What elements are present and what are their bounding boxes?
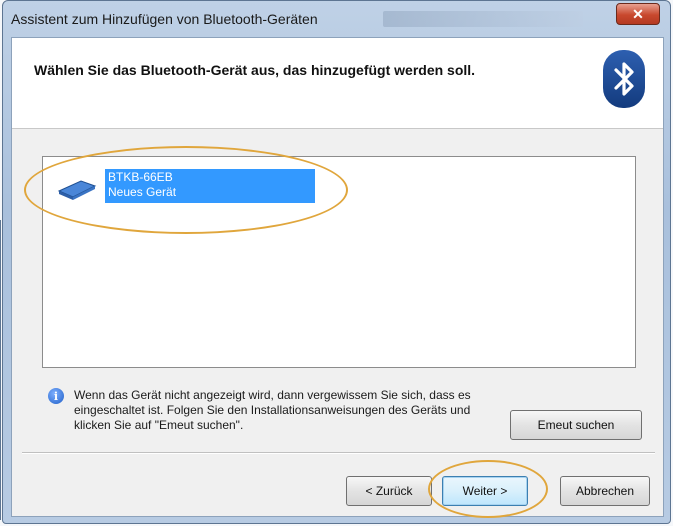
page-title: Wählen Sie das Bluetooth-Gerät aus, das … bbox=[34, 62, 476, 78]
device-type: Neues Gerät bbox=[108, 185, 177, 199]
search-again-button[interactable]: Emeut suchen bbox=[510, 410, 642, 440]
bluetooth-icon bbox=[603, 50, 645, 108]
cancel-button[interactable]: Abbrechen bbox=[560, 476, 650, 506]
wizard-window: Assistent zum Hinzufügen von Bluetooth-G… bbox=[2, 0, 671, 524]
device-selection[interactable]: BTKB-66EB Neues Gerät bbox=[105, 169, 315, 203]
next-button[interactable]: Weiter > bbox=[442, 476, 528, 506]
window-title: Assistent zum Hinzufügen von Bluetooth-G… bbox=[11, 11, 318, 27]
device-item[interactable]: BTKB-66EB Neues Gerät bbox=[57, 167, 317, 207]
title-bar-blur bbox=[383, 11, 583, 27]
info-text: Wenn das Gerät nicht angezeigt wird, dan… bbox=[74, 388, 471, 432]
device-list[interactable]: BTKB-66EB Neues Gerät bbox=[42, 156, 636, 368]
device-name: BTKB-66EB bbox=[108, 170, 173, 184]
title-bar[interactable]: Assistent zum Hinzufügen von Bluetooth-G… bbox=[3, 1, 670, 35]
wizard-header: Wählen Sie das Bluetooth-Gerät aus, das … bbox=[12, 38, 663, 129]
close-button[interactable]: ✕ bbox=[616, 3, 660, 25]
footer-separator bbox=[22, 452, 655, 454]
next-label: Weiter > bbox=[462, 484, 508, 498]
keyboard-icon bbox=[57, 177, 97, 201]
wizard-content: Wählen Sie das Bluetooth-Gerät aus, das … bbox=[11, 37, 664, 517]
info-icon: i bbox=[48, 388, 64, 404]
cancel-label: Abbrechen bbox=[575, 484, 635, 498]
close-icon: ✕ bbox=[632, 5, 644, 22]
back-label: < Zurück bbox=[365, 484, 413, 498]
background-window-edge bbox=[0, 220, 7, 520]
back-button[interactable]: < Zurück bbox=[346, 476, 432, 506]
search-again-label: Emeut suchen bbox=[537, 418, 615, 432]
